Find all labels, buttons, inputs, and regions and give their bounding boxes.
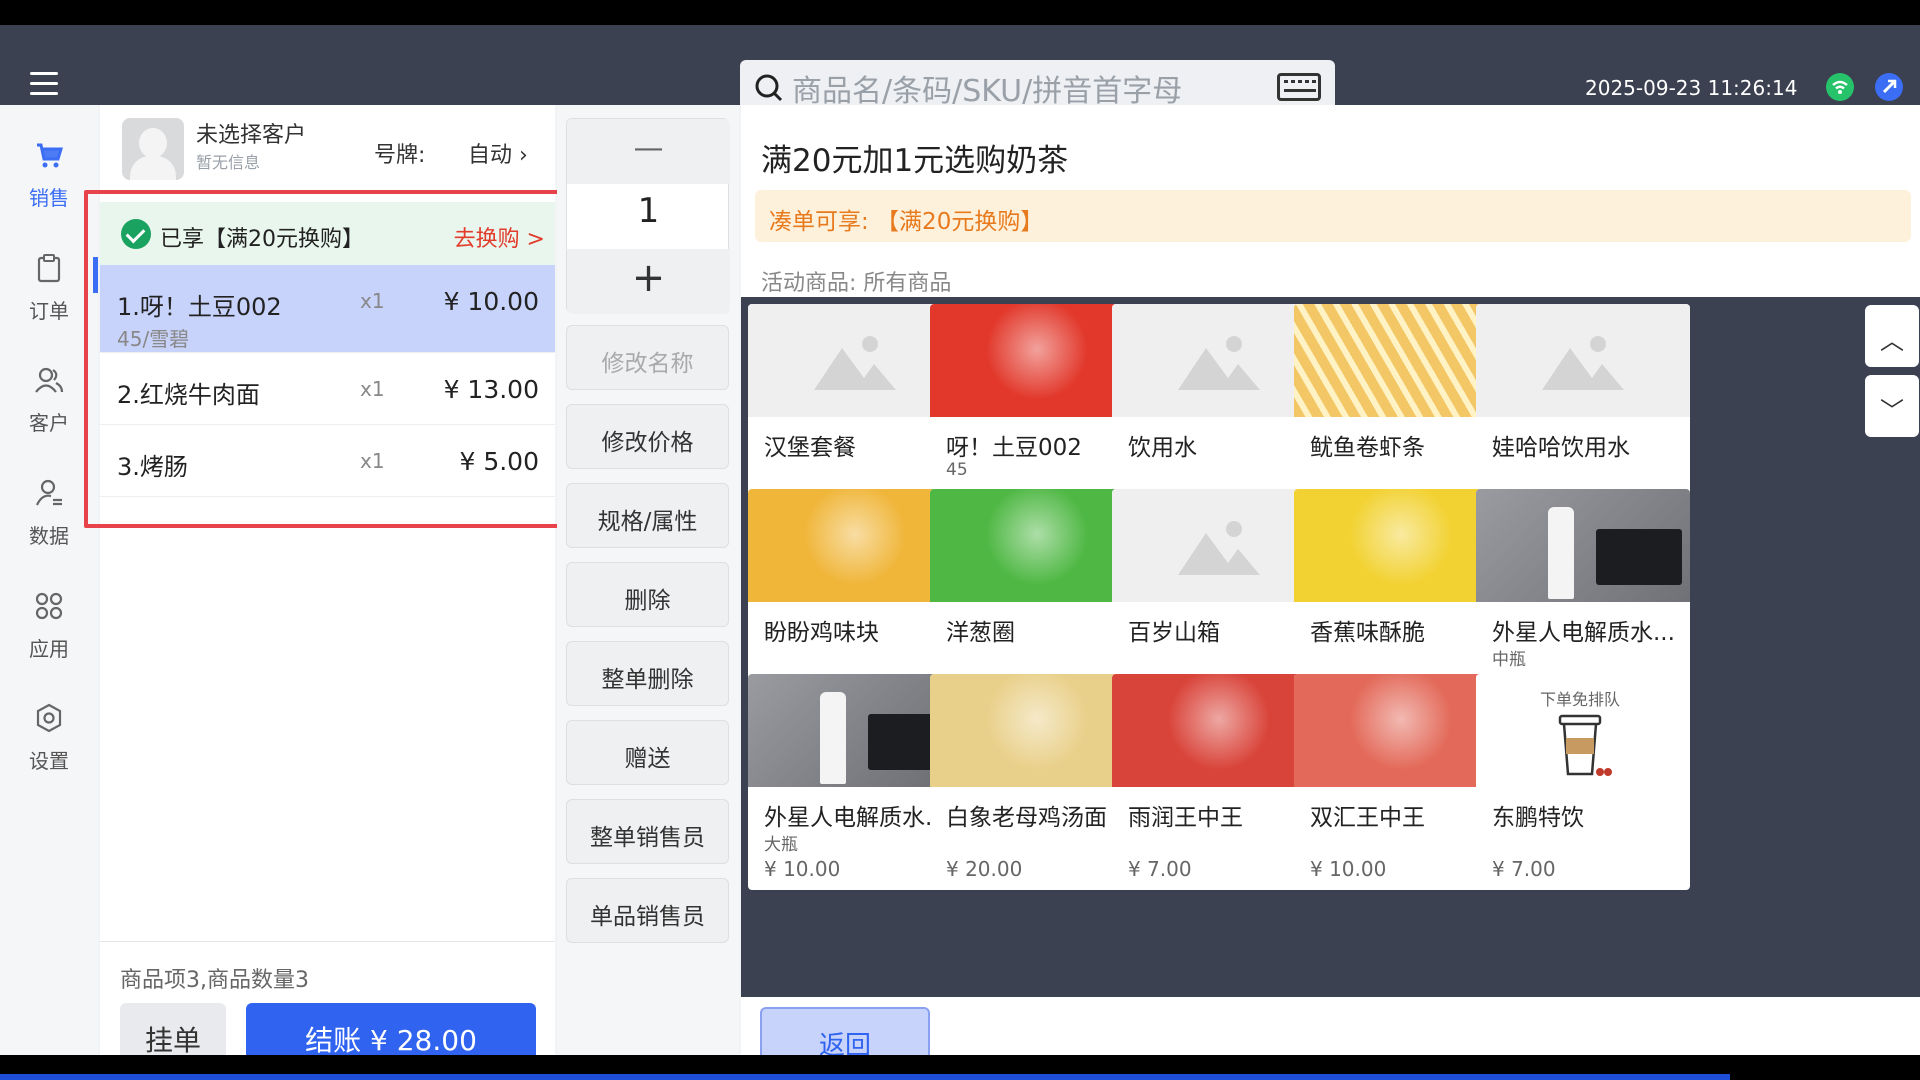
active-goods-label: 活动商品: 所有商品 — [761, 271, 952, 296]
promo-banner: 凑单可享: 【满20元换购】 — [755, 190, 1911, 242]
quantity-stepper: — 1 + — [566, 118, 730, 314]
users-icon — [35, 367, 64, 393]
cart-icon — [37, 143, 64, 168]
edit-price-button[interactable]: 修改价格 — [566, 404, 729, 469]
product-card[interactable]: 下单免排队东鹏特饮 ¥ 7.00 — [1476, 674, 1690, 890]
datetime: 2025-09-23 11:26:14 — [1585, 76, 1798, 100]
product-name: 娃哈哈饮用水 — [1492, 435, 1630, 461]
qty-value[interactable]: 1 — [567, 191, 730, 231]
product-name: 外星人电解质水... — [1492, 620, 1675, 646]
item-salesperson-button[interactable]: 单品销售员 — [566, 878, 729, 943]
product-spec: 大瓶 — [764, 835, 798, 855]
product-price: ¥ 20.00 — [946, 857, 1023, 881]
rename-button[interactable]: 修改名称 — [566, 325, 729, 390]
nav-label: 设置 — [29, 749, 69, 773]
product-price: ¥ 10.00 — [1310, 857, 1387, 881]
product-spec: 45 — [946, 460, 968, 480]
header: 商品名/条码/SKU/拼音首字母 2025-09-23 11:26:14 — [0, 25, 1920, 115]
product-price: ¥ 7.00 — [1128, 857, 1192, 881]
exchange-panel: 满20元加1元选购奶茶 凑单可享: 【满20元换购】 活动商品: 所有商品 ︿ … — [741, 105, 1920, 1067]
image-placeholder-icon — [1476, 304, 1690, 417]
product-image — [1476, 489, 1690, 602]
delete-button[interactable]: 删除 — [566, 562, 729, 627]
product-price: ¥ 7.00 — [1492, 857, 1556, 881]
order-salesperson-button[interactable]: 整单销售员 — [566, 799, 729, 864]
product-card[interactable]: 外星人电解质水...中瓶¥ 8.00 — [1476, 489, 1690, 705]
card-badge: 下单免排队 — [1540, 690, 1621, 709]
qty-plus-button[interactable]: + — [567, 249, 730, 314]
product-spec: 中瓶 — [1492, 650, 1526, 670]
menu-icon[interactable] — [30, 72, 58, 96]
nav-item-apps[interactable]: 应用 — [0, 591, 98, 681]
hold-order-button[interactable]: 挂单 — [120, 1003, 226, 1063]
gear-icon — [36, 703, 62, 733]
plate-selector[interactable]: 自动 › — [468, 137, 528, 169]
avatar[interactable] — [122, 118, 184, 180]
customer-info: 暂无信息 — [196, 153, 261, 172]
spec-attr-button[interactable]: 规格/属性 — [566, 483, 729, 548]
product-price: ¥ 10.00 — [764, 857, 841, 881]
sync-icon[interactable] — [1875, 73, 1903, 101]
cart-summary: 商品项3,商品数量3 — [100, 941, 555, 993]
checkout-button[interactable]: 结账 ¥ 28.00 — [246, 1003, 536, 1063]
top-black-bar — [0, 0, 1920, 25]
product-grid: ︿ ﹀ 汉堡套餐¥ 10.00呀！土豆00245¥ 7.00饮用水¥ 10.00… — [741, 297, 1920, 997]
nav-label: 应用 — [29, 637, 69, 661]
bottom-progress-strip — [0, 1074, 1730, 1080]
product-name: 东鹏特饮 — [1492, 805, 1584, 831]
search-icon — [755, 74, 783, 101]
user-data-icon — [35, 479, 62, 506]
customer-name[interactable]: 未选择客户 — [196, 117, 306, 149]
keyboard-icon[interactable] — [1277, 73, 1321, 101]
search-placeholder: 商品名/条码/SKU/拼音首字母 — [792, 73, 1183, 109]
qty-minus-button[interactable]: — — [567, 119, 730, 184]
nav-item-settings[interactable]: 设置 — [0, 703, 98, 793]
action-column: — 1 + 修改名称 修改价格 规格/属性 删除 整单删除 赠送 整单销售员 单… — [557, 105, 739, 1055]
gift-button[interactable]: 赠送 — [566, 720, 729, 785]
panel-title: 满20元加1元选购奶茶 — [761, 143, 1069, 179]
plate-label: 号牌: — [374, 143, 426, 168]
scroll-up-button[interactable]: ︿ — [1865, 305, 1919, 367]
wifi-icon[interactable] — [1826, 73, 1854, 101]
apps-icon — [35, 592, 63, 620]
highlight-annotation-box — [84, 190, 590, 528]
clear-order-button[interactable]: 整单删除 — [566, 641, 729, 706]
clipboard-icon — [37, 254, 61, 283]
pos-window: 商品名/条码/SKU/拼音首字母 2025-09-23 11:26:14 销售 … — [0, 0, 1920, 1080]
promo-banner-text: 凑单可享: 【满20元换购】 — [769, 209, 1044, 235]
product-card[interactable]: 娃哈哈饮用水¥ 2.50 — [1476, 304, 1690, 520]
scroll-down-button[interactable]: ﹀ — [1865, 375, 1919, 437]
coffee-cup-icon: 下单免排队 — [1476, 674, 1690, 787]
